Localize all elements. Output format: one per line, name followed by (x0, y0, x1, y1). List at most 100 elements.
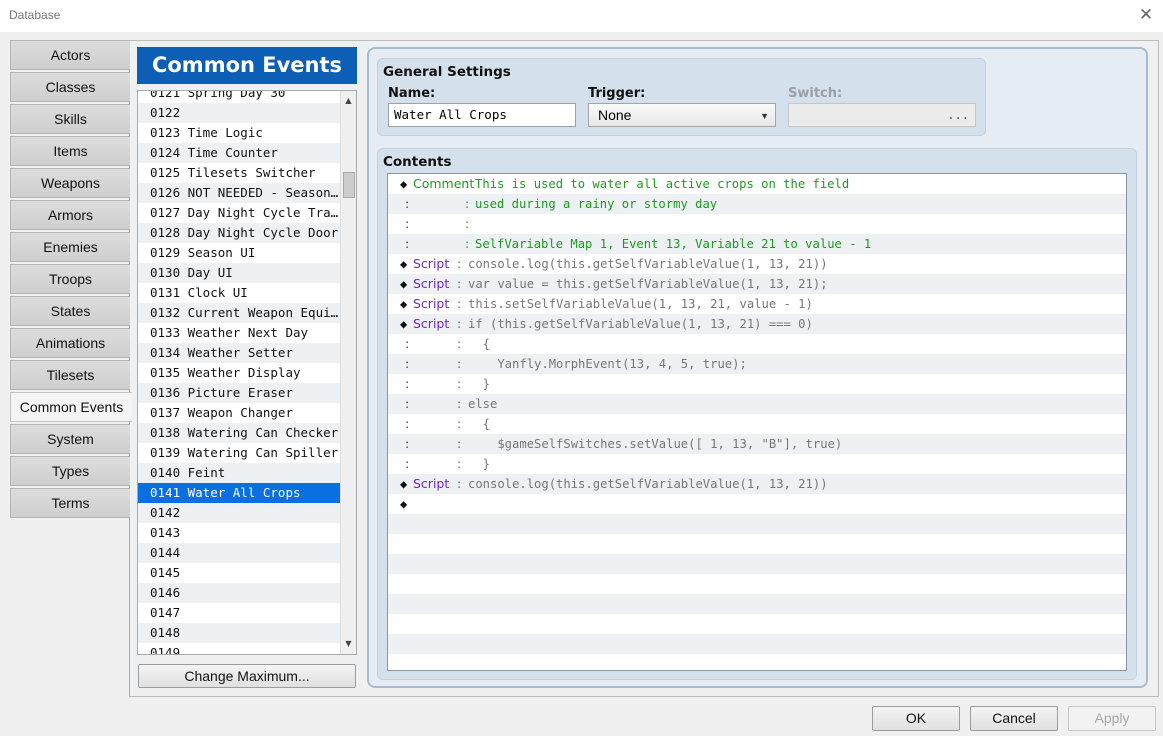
command-row[interactable]: ◆ Script: console.log(this.getSelfVariable… (388, 254, 1126, 274)
switch-label: Switch: (788, 86, 843, 101)
contents-title: Contents (383, 154, 452, 170)
command-text: SelfVariable Map 1, Event 13, Variable 2… (475, 237, 872, 251)
command-row[interactable] (388, 614, 1126, 634)
ok-button[interactable]: OK (872, 706, 960, 731)
list-item[interactable]: 0128 Day Night Cycle Door (138, 223, 341, 243)
command-row[interactable]: :: } (388, 454, 1126, 474)
tab-troops[interactable]: Troops (10, 264, 130, 294)
command-text: console.log(this.getSelfVariableValue(1,… (468, 477, 828, 491)
command-row[interactable]: :: else (388, 394, 1126, 414)
list-item[interactable]: 0125 Tilesets Switcher (138, 163, 341, 183)
tab-terms[interactable]: Terms (10, 488, 130, 518)
list-item[interactable]: 0129 Season UI (138, 243, 341, 263)
tab-types[interactable]: Types (10, 456, 130, 486)
trigger-label: Trigger: (588, 86, 646, 101)
list-item[interactable]: 0122 (138, 103, 341, 123)
name-label: Name: (388, 86, 436, 101)
command-list[interactable]: ◆ Comment: This is used to water all activ… (387, 173, 1127, 671)
command-row[interactable] (388, 634, 1126, 654)
list-item[interactable]: 0139 Watering Can Spiller (138, 443, 341, 463)
tab-skills[interactable]: Skills (10, 104, 130, 134)
command-row[interactable]: ◆ (388, 494, 1126, 514)
scroll-down-arrow-icon[interactable]: ▼ (341, 636, 356, 652)
list-item[interactable]: 0126 NOT NEEDED - Seasons Ma (138, 183, 341, 203)
command-kind: : (405, 356, 410, 371)
list-item[interactable]: 0132 Current Weapon Equipped (138, 303, 341, 323)
tab-system[interactable]: System (10, 424, 130, 454)
list-item[interactable]: 0133 Weather Next Day (138, 323, 341, 343)
list-item[interactable]: 0145 (138, 563, 341, 583)
tab-items[interactable]: Items (10, 136, 130, 166)
command-separator: : (457, 417, 462, 431)
general-settings-title: General Settings (383, 64, 511, 80)
tab-classes[interactable]: Classes (10, 72, 130, 102)
command-row[interactable]: :: SelfVariable Map 1, Event 13, Variable… (388, 234, 1126, 254)
command-row[interactable]: ◆ Script: if (this.getSelfVariableValue(1,… (388, 314, 1126, 334)
command-text: $gameSelfSwitches.setValue([ 1, 13, "B"]… (468, 437, 843, 451)
command-row[interactable] (388, 554, 1126, 574)
command-row[interactable] (388, 514, 1126, 534)
tab-common-events[interactable]: Common Events (10, 392, 132, 422)
command-separator: : (465, 177, 470, 191)
command-row[interactable]: ◆ Comment: This is used to water all activ… (388, 174, 1126, 194)
tab-animations[interactable]: Animations (10, 328, 130, 358)
command-row[interactable]: ◆ Script: console.log(this.getSelfVariable… (388, 474, 1126, 494)
list-item[interactable]: 0147 (138, 603, 341, 623)
command-row[interactable]: ◆ Script: var value = this.getSelfVariable… (388, 274, 1126, 294)
list-item[interactable]: 0131 Clock UI (138, 283, 341, 303)
command-row[interactable]: :: used during a rainy or stormy day (388, 194, 1126, 214)
common-events-list[interactable]: 0121 Spring Day 30 0122 0123 Time Logic 012… (137, 90, 357, 655)
tab-enemies[interactable]: Enemies (10, 232, 130, 262)
command-row[interactable] (388, 534, 1126, 554)
command-text: This is used to water all active crops o… (475, 177, 850, 191)
list-item[interactable]: 0127 Day Night Cycle Transitio (138, 203, 341, 223)
command-text: } (468, 457, 491, 471)
tab-weapons[interactable]: Weapons (10, 168, 130, 198)
list-item[interactable]: 0121 Spring Day 30 (138, 91, 341, 103)
title-bar: Database ✕ (0, 0, 1163, 32)
list-item[interactable]: 0143 (138, 523, 341, 543)
tab-tilesets[interactable]: Tilesets (10, 360, 130, 390)
command-row[interactable] (388, 654, 1126, 670)
list-item[interactable]: 0136 Picture Eraser (138, 383, 341, 403)
tab-armors[interactable]: Armors (10, 200, 130, 230)
list-item[interactable]: 0134 Weather Setter (138, 343, 341, 363)
command-row[interactable] (388, 594, 1126, 614)
tab-actors[interactable]: Actors (10, 40, 130, 70)
command-kind: Script (413, 296, 450, 311)
command-kind: : (405, 436, 410, 451)
window-title: Database (9, 8, 61, 22)
command-row[interactable]: ◆ Script: this.setSelfVariableValue(1, 13,… (388, 294, 1126, 314)
list-item[interactable]: 0135 Weather Display (138, 363, 341, 383)
list-item[interactable]: 0144 (138, 543, 341, 563)
command-row[interactable]: :: { (388, 414, 1126, 434)
list-item[interactable]: 0146 (138, 583, 341, 603)
command-row[interactable]: :: $gameSelfSwitches.setValue([ 1, 13, "… (388, 434, 1126, 454)
cancel-button[interactable]: Cancel (970, 706, 1058, 731)
command-separator: : (457, 317, 462, 331)
command-row[interactable]: :: { (388, 334, 1126, 354)
command-row[interactable]: :: (388, 214, 1126, 234)
list-item[interactable]: 0140 Feint (138, 463, 341, 483)
command-separator: : (465, 197, 470, 211)
list-scrollbar[interactable]: ▲ ▼ (340, 91, 356, 654)
scroll-up-arrow-icon[interactable]: ▲ (341, 93, 356, 109)
list-item[interactable]: 0142 (138, 503, 341, 523)
trigger-select[interactable]: None ▼ (588, 103, 776, 127)
list-item[interactable]: 0149 (138, 643, 341, 654)
list-item[interactable]: 0130 Day UI (138, 263, 341, 283)
list-item[interactable]: 0123 Time Logic (138, 123, 341, 143)
command-row[interactable]: :: } (388, 374, 1126, 394)
command-row[interactable]: :: Yanfly.MorphEvent(13, 4, 5, true); (388, 354, 1126, 374)
change-maximum-button[interactable]: Change Maximum... (138, 664, 356, 688)
tab-states[interactable]: States (10, 296, 130, 326)
list-item[interactable]: 0138 Watering Can Checker (138, 423, 341, 443)
list-item[interactable]: 0137 Weapon Changer (138, 403, 341, 423)
command-row[interactable] (388, 574, 1126, 594)
name-field[interactable]: Water All Crops (388, 103, 576, 127)
scroll-thumb[interactable] (343, 172, 355, 198)
list-item[interactable]: 0124 Time Counter (138, 143, 341, 163)
list-item[interactable]: 0141 Water All Crops (138, 483, 341, 503)
list-item[interactable]: 0148 (138, 623, 341, 643)
close-icon[interactable]: ✕ (1137, 5, 1155, 25)
